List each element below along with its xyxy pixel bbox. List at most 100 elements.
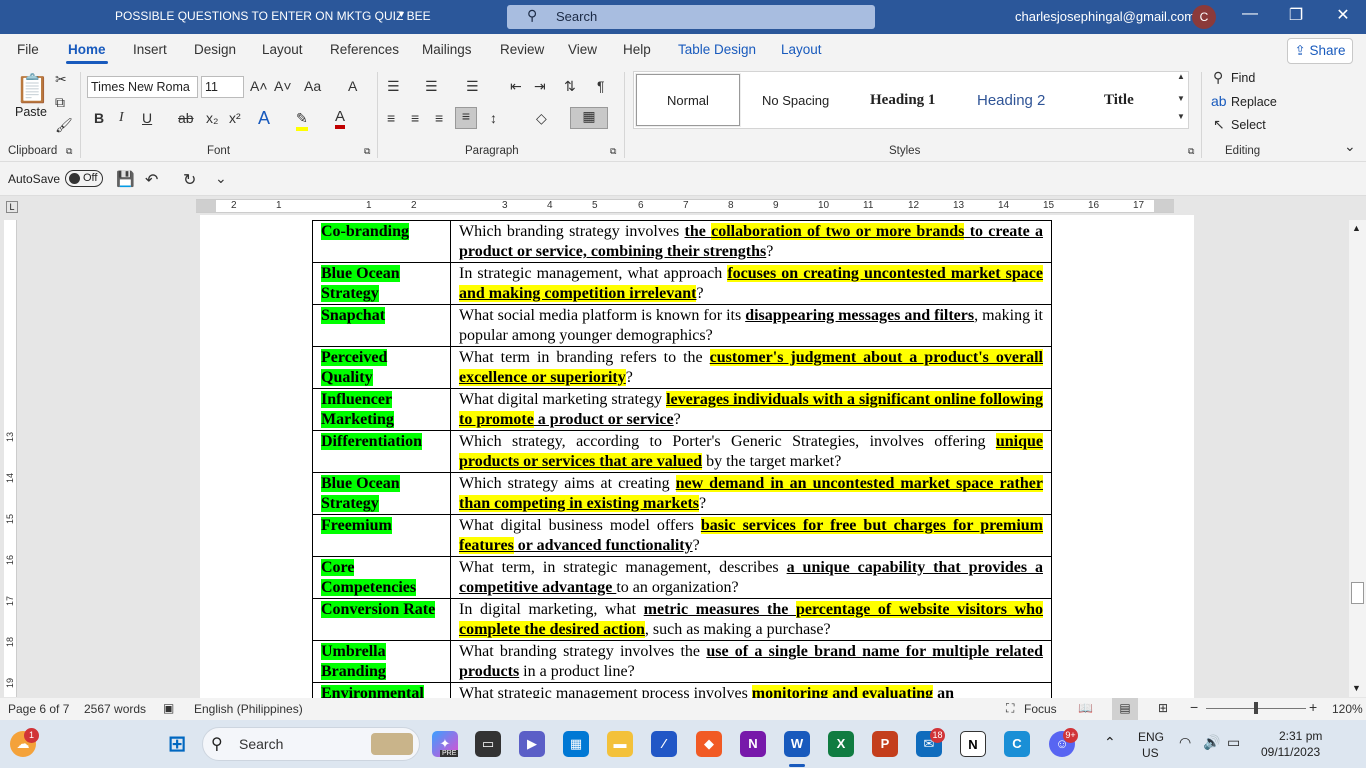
tab-layout[interactable]: Layout bbox=[262, 42, 303, 57]
style-normal[interactable]: Normal bbox=[635, 73, 741, 127]
styles-scroll-up-icon[interactable]: ▲ bbox=[1177, 72, 1185, 81]
web-layout-icon[interactable]: ⊞ bbox=[1158, 701, 1168, 715]
question-cell[interactable]: In digital marketing, what metric measur… bbox=[450, 598, 1052, 641]
change-case-icon[interactable]: Aa bbox=[304, 78, 321, 94]
autosave-toggle[interactable]: Off bbox=[65, 170, 103, 187]
chevron-down-icon[interactable]: ▼ bbox=[397, 9, 406, 19]
numbering-icon[interactable]: ☰ bbox=[425, 78, 438, 95]
term-cell[interactable]: Core Competencies bbox=[312, 556, 451, 599]
show-hidden-icons-icon[interactable]: ⌃ bbox=[1104, 734, 1116, 751]
task-view-icon[interactable]: ▭ bbox=[475, 731, 501, 757]
taskbar-search[interactable]: ⚲ Search bbox=[202, 727, 420, 761]
term-cell[interactable]: Perceived Quality bbox=[312, 346, 451, 389]
bold-icon[interactable]: B bbox=[94, 110, 104, 126]
clock-date[interactable]: 09/11/2023 bbox=[1261, 745, 1320, 759]
avatar[interactable]: C bbox=[1192, 5, 1216, 29]
search-box[interactable]: ⚲ Search bbox=[507, 5, 875, 29]
focus-button[interactable]: Focus bbox=[1024, 702, 1057, 716]
superscript-icon[interactable]: x² bbox=[229, 110, 241, 126]
dialog-launcher-icon[interactable]: ⧉ bbox=[610, 146, 616, 157]
account-email[interactable]: charlesjosephingal@gmail.com bbox=[1015, 9, 1195, 24]
question-cell[interactable]: Which strategy, according to Porter's Ge… bbox=[450, 430, 1052, 473]
borders-icon[interactable]: ▦ bbox=[570, 107, 608, 129]
tab-review[interactable]: Review bbox=[500, 42, 544, 57]
highlight-color-icon[interactable]: ✎ bbox=[296, 110, 308, 131]
question-cell[interactable]: What digital business model offers basic… bbox=[450, 514, 1052, 557]
tab-table-design[interactable]: Table Design bbox=[678, 42, 756, 57]
zoom-in-icon[interactable]: + bbox=[1309, 699, 1317, 715]
customize-toolbar-icon[interactable]: ⌄ bbox=[215, 170, 227, 187]
tab-references[interactable]: References bbox=[330, 42, 399, 57]
question-cell[interactable]: In strategic management, what approach f… bbox=[450, 262, 1052, 305]
print-layout-icon[interactable]: ▤ bbox=[1112, 698, 1138, 720]
language[interactable]: English (Philippines) bbox=[194, 702, 303, 716]
show-formatting-icon[interactable]: ¶ bbox=[597, 78, 605, 94]
shrink-font-icon[interactable]: A˅ bbox=[274, 78, 292, 94]
paste-icon[interactable]: 📋 bbox=[15, 72, 50, 105]
text-effects-icon[interactable]: A bbox=[258, 108, 270, 129]
term-cell[interactable]: Environmental bbox=[312, 682, 451, 698]
tab-help[interactable]: Help bbox=[623, 42, 651, 57]
close-button[interactable]: ✕ bbox=[1328, 5, 1358, 25]
term-cell[interactable]: Influencer Marketing bbox=[312, 388, 451, 431]
term-cell[interactable]: Co-branding bbox=[312, 220, 451, 263]
cut-icon[interactable]: ✂ bbox=[55, 71, 67, 88]
term-cell[interactable]: Blue Ocean Strategy bbox=[312, 262, 451, 305]
page-count[interactable]: Page 6 of 7 bbox=[8, 702, 69, 716]
styles-more-icon[interactable]: ▼ bbox=[1177, 112, 1185, 121]
paste-button[interactable]: Paste bbox=[15, 105, 47, 119]
font-name-select[interactable]: Times New Roma bbox=[87, 76, 198, 98]
question-cell[interactable]: Which branding strategy involves the col… bbox=[450, 220, 1052, 263]
style-no-spacing[interactable]: No Spacing bbox=[762, 93, 829, 108]
edge-icon[interactable]: C bbox=[1004, 731, 1030, 757]
subscript-icon[interactable]: x₂ bbox=[206, 110, 218, 126]
term-cell[interactable]: Snapchat bbox=[312, 304, 451, 347]
vertical-scrollbar[interactable]: ▲ ▼ bbox=[1349, 220, 1366, 697]
question-cell[interactable]: What term in branding refers to the cust… bbox=[450, 346, 1052, 389]
file-explorer-icon[interactable]: ▬ bbox=[607, 731, 633, 757]
increase-indent-icon[interactable]: ⇥ bbox=[534, 78, 546, 95]
horizontal-ruler[interactable]: 2 1 1 2 3 4 5 6 7 8 9 10 11 12 13 14 15 16 17 bbox=[196, 199, 1174, 213]
restore-button[interactable]: ❐ bbox=[1281, 5, 1311, 25]
volume-icon[interactable]: 🔊 bbox=[1203, 734, 1220, 751]
store-icon[interactable]: ▦ bbox=[563, 731, 589, 757]
italic-icon[interactable]: I bbox=[119, 110, 124, 126]
minimize-button[interactable]: — bbox=[1235, 5, 1265, 23]
replace-icon[interactable]: ab bbox=[1211, 93, 1227, 109]
undo-icon[interactable]: ↶ bbox=[145, 170, 158, 190]
windows-start-icon[interactable]: ⊞ bbox=[164, 731, 190, 757]
strikethrough-icon[interactable]: ab bbox=[178, 110, 194, 126]
grow-font-icon[interactable]: A˄ bbox=[250, 78, 268, 94]
format-painter-icon[interactable]: 🖌 bbox=[55, 117, 73, 134]
tab-design[interactable]: Design bbox=[194, 42, 236, 57]
tab-file[interactable]: File bbox=[17, 42, 39, 57]
redo-icon[interactable]: ↻ bbox=[183, 170, 196, 190]
term-cell[interactable]: Umbrella Branding bbox=[312, 640, 451, 683]
question-cell[interactable]: Which strategy aims at creating new dema… bbox=[450, 472, 1052, 515]
share-button[interactable]: ⇪ Share bbox=[1287, 38, 1353, 64]
word-count[interactable]: 2567 words bbox=[84, 702, 146, 716]
term-cell[interactable]: Freemium bbox=[312, 514, 451, 557]
bullets-icon[interactable]: ☰ bbox=[387, 78, 400, 95]
line-spacing-icon[interactable]: ↕ bbox=[490, 110, 497, 126]
select-button[interactable]: Select bbox=[1231, 118, 1266, 132]
term-cell[interactable]: Conversion Rate bbox=[312, 598, 451, 641]
font-color-icon[interactable]: A bbox=[335, 108, 346, 129]
style-heading-2[interactable]: Heading 2 bbox=[977, 92, 1045, 109]
notion-icon[interactable]: N bbox=[960, 731, 986, 757]
clock-time[interactable]: 2:31 pm bbox=[1279, 729, 1322, 743]
align-left-icon[interactable]: ≡ bbox=[387, 110, 395, 126]
style-heading-1[interactable]: Heading 1 bbox=[870, 92, 935, 109]
align-right-icon[interactable]: ≡ bbox=[435, 110, 443, 126]
copy-icon[interactable]: ⧉ bbox=[55, 94, 65, 111]
teams-icon[interactable]: ▶ bbox=[519, 731, 545, 757]
dialog-launcher-icon[interactable]: ⧉ bbox=[1188, 146, 1194, 157]
find-icon[interactable]: ⚲ bbox=[1213, 69, 1223, 86]
focus-icon[interactable]: ⛶ bbox=[1006, 701, 1014, 716]
save-icon[interactable]: 💾 bbox=[116, 170, 135, 188]
zoom-slider-thumb[interactable] bbox=[1254, 702, 1258, 714]
styles-scroll-down-icon[interactable]: ▼ bbox=[1177, 94, 1185, 103]
zoom-out-icon[interactable]: − bbox=[1190, 699, 1198, 715]
tab-mailings[interactable]: Mailings bbox=[422, 42, 472, 57]
term-cell[interactable]: Blue Ocean Strategy bbox=[312, 472, 451, 515]
